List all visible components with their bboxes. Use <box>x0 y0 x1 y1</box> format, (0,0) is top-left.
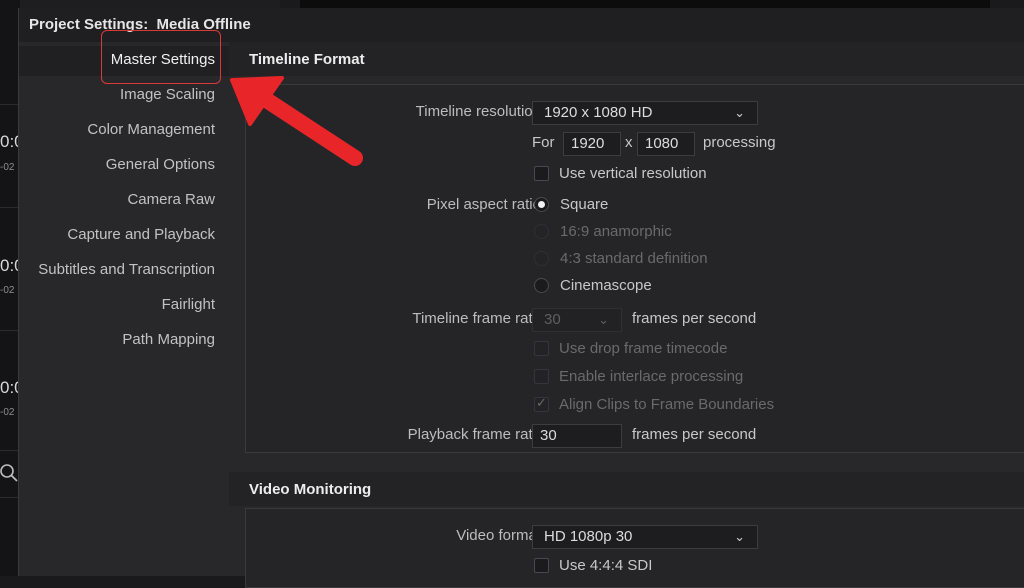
drop-frame-label: Use drop frame timecode <box>559 340 728 357</box>
processing-label: processing <box>703 134 776 151</box>
search-icon[interactable] <box>0 462 20 489</box>
frame-rate-label: Timeline frame rate <box>412 310 541 327</box>
settings-sidebar: Master Settings Image Scaling Color Mana… <box>19 42 229 576</box>
timecode-fragment: 0:0 <box>0 378 24 397</box>
radio-4-3-standard[interactable] <box>534 251 549 266</box>
radio-16-9-anamorphic[interactable] <box>534 224 549 239</box>
divider <box>0 330 20 331</box>
timeline-resolution-value: 1920 x 1080 HD <box>544 104 653 121</box>
timecode-fragment: 0:0 <box>0 256 24 275</box>
timeline-resolution-label: Timeline resolution <box>415 103 541 120</box>
vertical-resolution-checkbox[interactable] <box>534 166 549 181</box>
project-settings-dialog: Project Settings: Media Offline Master S… <box>18 8 1024 588</box>
sidebar-item-fairlight[interactable]: Fairlight <box>162 296 215 313</box>
section-title: Video Monitoring <box>249 481 372 498</box>
playback-rate-input[interactable]: 30 <box>532 424 622 448</box>
divider <box>0 450 20 451</box>
option-square-label: Square <box>560 196 609 213</box>
video-format-label: Video format <box>456 527 541 544</box>
divider <box>0 207 20 208</box>
sidebar-item-image-scaling[interactable]: Image Scaling <box>120 86 215 103</box>
radio-cinemascope[interactable] <box>534 278 549 293</box>
chevron-down-icon: ⌄ <box>734 529 745 544</box>
timeline-resolution-select[interactable]: 1920 x 1080 HD ⌄ <box>532 101 758 125</box>
option-4-3-label: 4:3 standard definition <box>560 250 708 267</box>
checkmark-icon: ✓ <box>536 395 547 410</box>
timecode-fragment: 0:0 <box>0 132 24 151</box>
divider <box>0 497 20 498</box>
x-label: x <box>625 134 633 151</box>
divider <box>0 104 20 105</box>
vertical-resolution-label: Use vertical resolution <box>559 165 707 182</box>
option-cinemascope-label: Cinemascope <box>560 277 652 294</box>
annotation-highlight-box <box>101 30 221 84</box>
frame-rate-value: 30 <box>544 311 561 328</box>
use-444-sdi-checkbox[interactable] <box>534 558 549 573</box>
background-toolbar <box>20 0 280 8</box>
video-format-select[interactable]: HD 1080p 30 ⌄ <box>532 525 758 549</box>
timecode-sub-fragment: -02 <box>0 285 15 296</box>
timecode-sub-fragment: -02 <box>0 407 15 418</box>
interlace-label: Enable interlace processing <box>559 368 744 385</box>
video-monitoring-header: Video Monitoring <box>229 472 1024 506</box>
timecode-sub-fragment: -02 <box>0 162 15 173</box>
radio-square[interactable] <box>534 197 549 212</box>
drop-frame-checkbox[interactable] <box>534 341 549 356</box>
sidebar-item-general-options[interactable]: General Options <box>106 156 215 173</box>
sidebar-item-camera-raw[interactable]: Camera Raw <box>127 191 215 208</box>
annotation-arrow <box>230 76 363 166</box>
for-label: For <box>532 134 555 151</box>
interlace-checkbox[interactable] <box>534 369 549 384</box>
section-title: Timeline Format <box>249 51 365 68</box>
playback-fps-label: frames per second <box>632 426 757 443</box>
use-444-sdi-label: Use 4:4:4 SDI <box>559 557 653 574</box>
sidebar-item-subtitles[interactable]: Subtitles and Transcription <box>38 261 215 278</box>
background-timeline-strip: 0:0 -02 0:0 -02 0:0 -02 <box>0 0 24 576</box>
video-monitoring-panel: Video format HD 1080p 30 ⌄ Use 4:4:4 SDI <box>245 508 1024 588</box>
sidebar-item-capture-playback[interactable]: Capture and Playback <box>67 226 215 243</box>
video-format-value: HD 1080p 30 <box>544 528 633 545</box>
frame-rate-select[interactable]: 30 ⌄ <box>532 308 622 332</box>
align-clips-label: Align Clips to Frame Boundaries <box>559 396 775 413</box>
sidebar-item-path-mapping[interactable]: Path Mapping <box>122 331 215 348</box>
pixel-aspect-label: Pixel aspect ratio <box>426 196 541 213</box>
playback-rate-label: Playback frame rate <box>407 426 541 443</box>
resolution-width-input[interactable]: 1920 <box>563 132 621 156</box>
chevron-down-icon: ⌄ <box>734 105 745 120</box>
sidebar-item-color-management[interactable]: Color Management <box>87 121 215 138</box>
align-clips-checkbox[interactable]: ✓ <box>534 395 549 412</box>
resolution-height-input[interactable]: 1080 <box>637 132 695 156</box>
chevron-down-icon: ⌄ <box>598 312 609 327</box>
background-viewer-strip <box>300 0 990 8</box>
fps-label: frames per second <box>632 310 757 327</box>
option-16-9-label: 16:9 anamorphic <box>560 223 672 240</box>
